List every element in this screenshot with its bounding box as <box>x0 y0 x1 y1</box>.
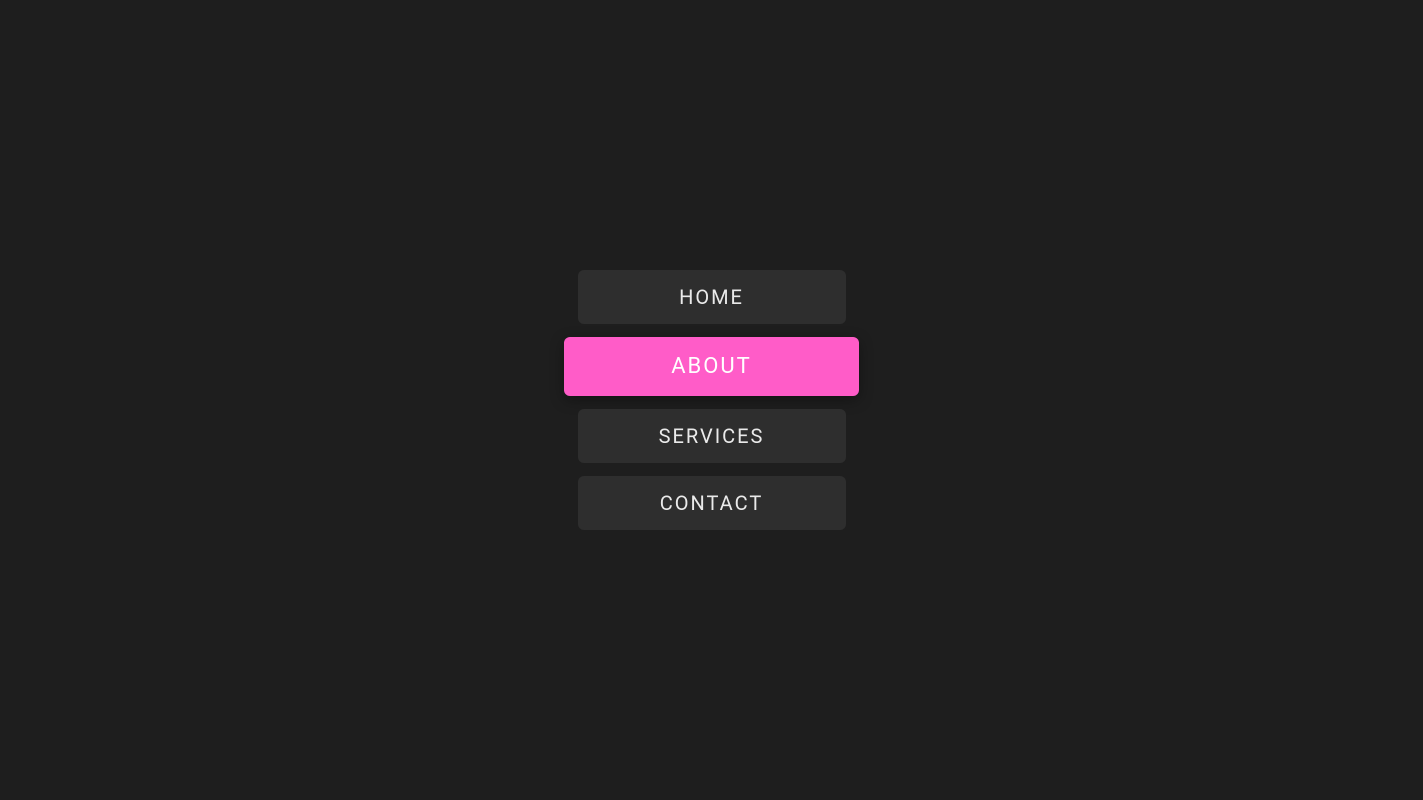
nav-item-about[interactable]: About <box>564 337 859 396</box>
nav-item-contact[interactable]: Contact <box>578 476 846 530</box>
nav-item-services[interactable]: Services <box>578 409 846 463</box>
nav-item-label: About <box>671 354 752 379</box>
nav-item-home[interactable]: Home <box>578 270 846 324</box>
nav-item-label: Home <box>679 285 744 309</box>
nav-item-label: Contact <box>660 491 764 515</box>
nav-menu: Home About Services Contact <box>564 270 859 530</box>
nav-item-label: Services <box>659 424 765 448</box>
